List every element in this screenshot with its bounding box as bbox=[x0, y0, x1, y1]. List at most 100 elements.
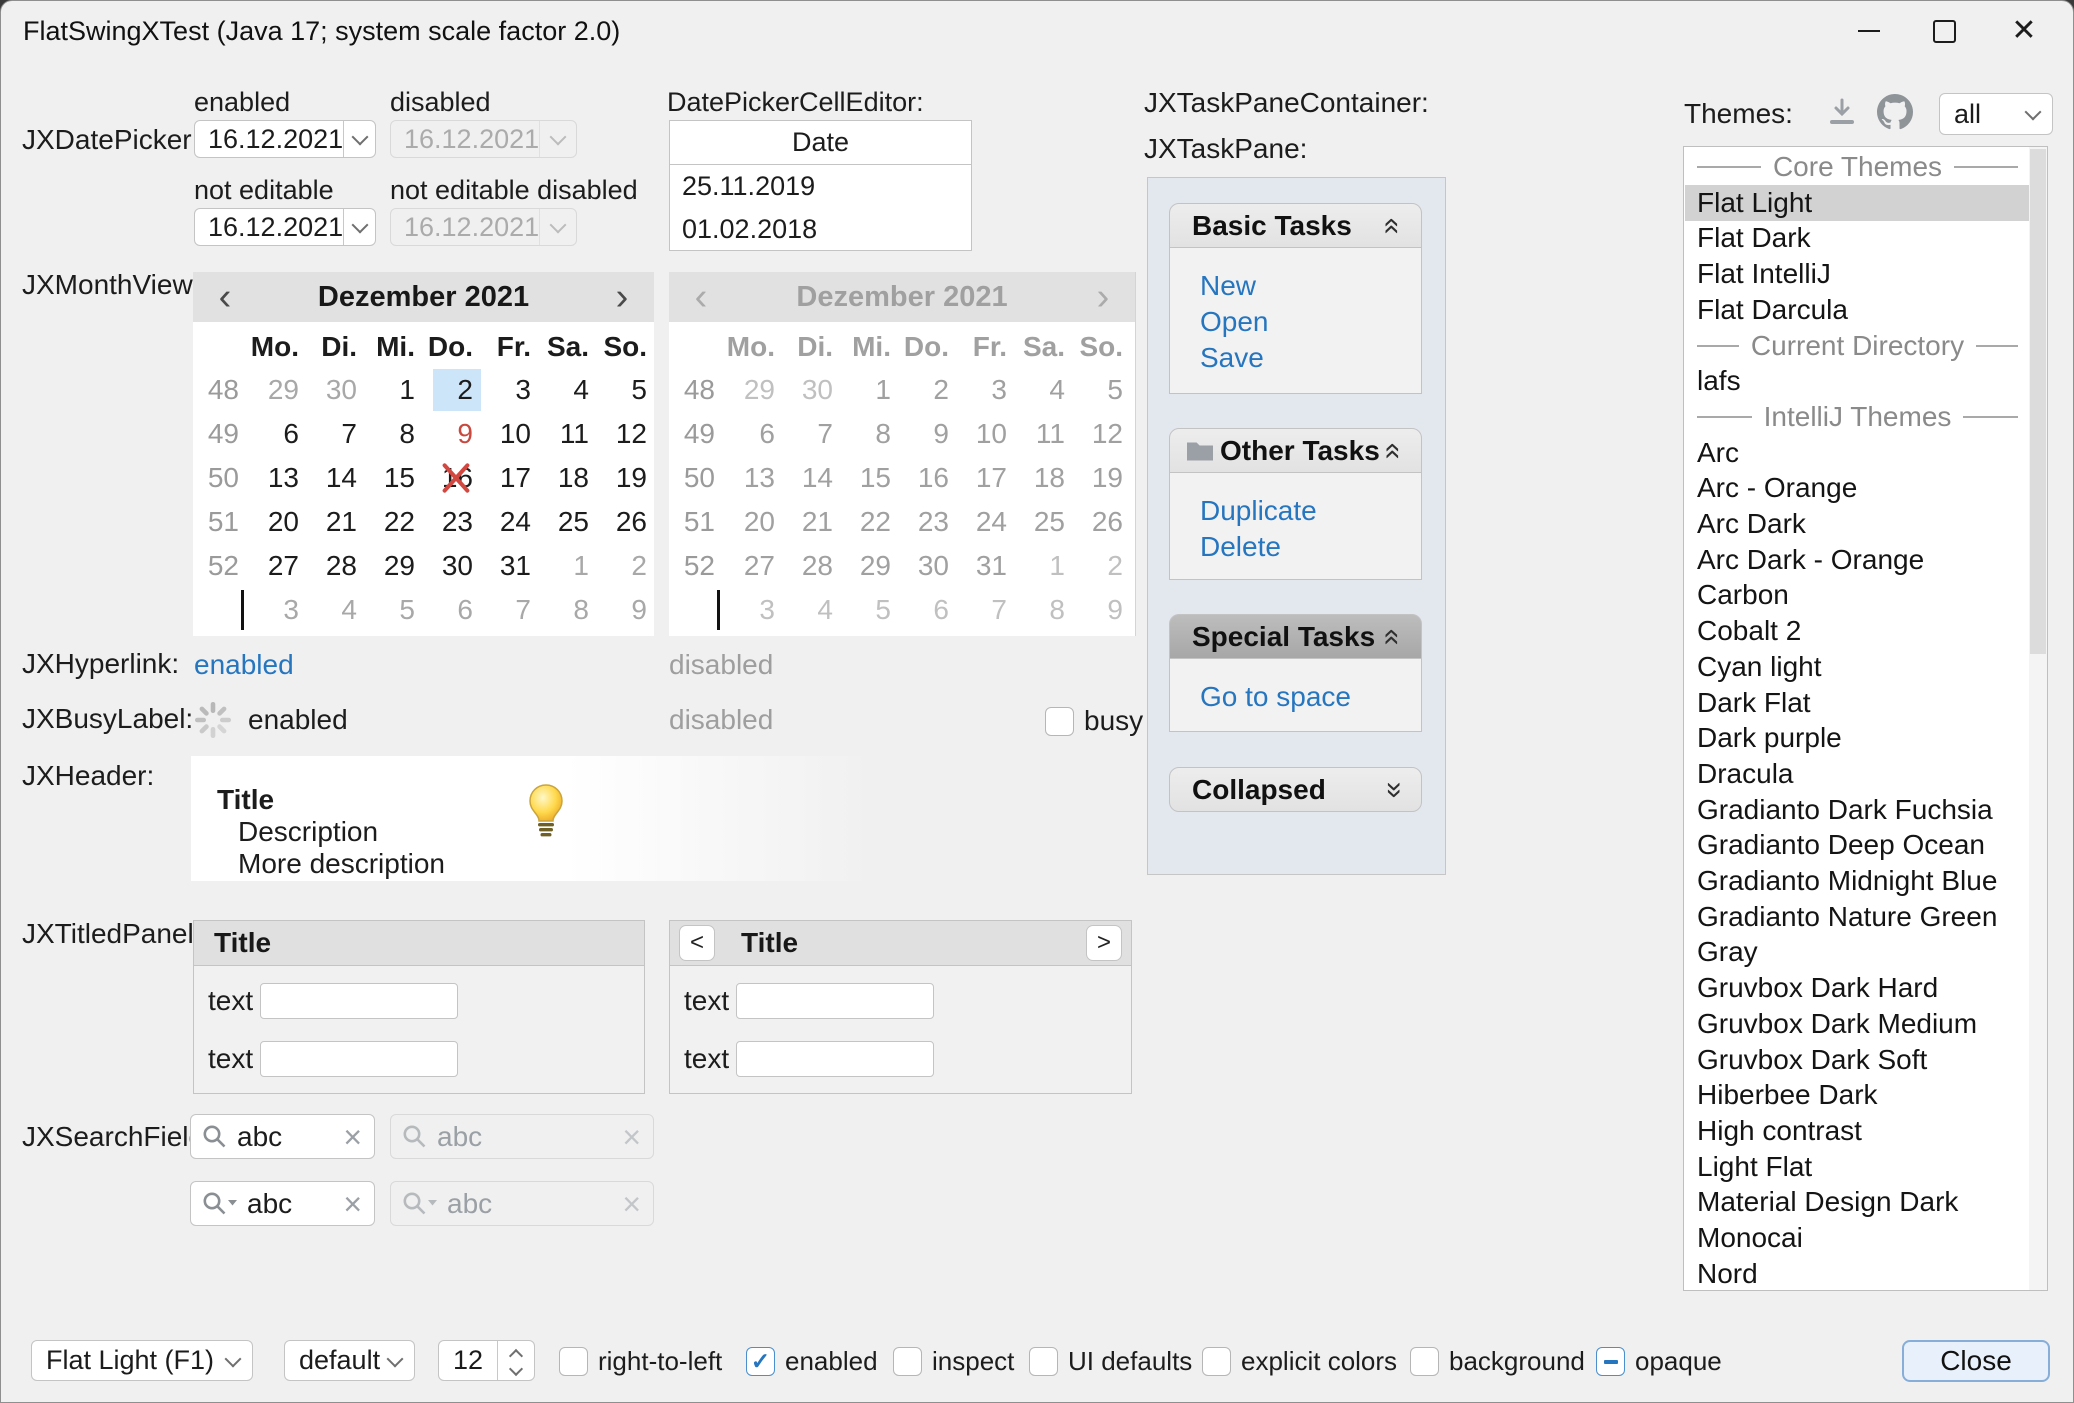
text-field[interactable] bbox=[736, 1041, 934, 1077]
day-cell[interactable]: 8 bbox=[375, 413, 423, 455]
day-cell[interactable]: 15 bbox=[375, 457, 423, 499]
theme-item[interactable]: Gruvbox Dark Hard bbox=[1685, 970, 2030, 1006]
day-cell[interactable]: 5 bbox=[607, 369, 655, 411]
checkbox-background[interactable]: background bbox=[1410, 1346, 1585, 1377]
collapse-chevron-icon[interactable]: « bbox=[1380, 434, 1407, 468]
day-cell[interactable]: 1 bbox=[375, 369, 423, 411]
checkbox-box[interactable] bbox=[746, 1347, 775, 1376]
combo-value[interactable]: default bbox=[285, 1345, 389, 1376]
day-cell[interactable]: 29 bbox=[259, 369, 307, 411]
day-cell[interactable]: 25 bbox=[549, 501, 597, 543]
checkbox-opaque[interactable]: opaque bbox=[1596, 1346, 1722, 1377]
search-value[interactable]: abc bbox=[247, 1188, 343, 1220]
day-cell[interactable]: 21 bbox=[317, 501, 365, 543]
day-cell[interactable]: 2 bbox=[607, 545, 655, 587]
checkbox-label[interactable]: inspect bbox=[932, 1346, 1014, 1377]
taskpane-header[interactable]: Other Tasks« bbox=[1169, 428, 1422, 473]
checkbox-label[interactable]: background bbox=[1449, 1346, 1585, 1377]
day-cell[interactable]: 29 bbox=[375, 545, 423, 587]
datepicker-cell-editor-table[interactable]: Date 25.11.201901.02.2018 bbox=[669, 120, 972, 251]
minimize-button[interactable] bbox=[1839, 1, 1899, 61]
monthview-enabled[interactable]: ‹Dezember 2021›Mo.Di.Mi.Do.Fr.Sa.So.4829… bbox=[193, 272, 654, 636]
day-cell[interactable]: 26 bbox=[607, 501, 655, 543]
checkbox-enabled[interactable]: enabled bbox=[746, 1346, 878, 1377]
day-cell[interactable]: 17 bbox=[491, 457, 539, 499]
next-month-button[interactable]: › bbox=[590, 273, 654, 321]
day-cell[interactable]: 7 bbox=[491, 589, 539, 631]
task-link[interactable]: Go to space bbox=[1170, 679, 1421, 715]
day-cell[interactable]: 11 bbox=[549, 413, 597, 455]
checkbox-box[interactable] bbox=[1202, 1347, 1231, 1376]
maximize-button[interactable] bbox=[1914, 1, 1974, 61]
datepicker-enabled[interactable]: 16.12.2021 bbox=[194, 120, 376, 158]
checkbox-label[interactable]: explicit colors bbox=[1241, 1346, 1397, 1377]
font-size-spinner[interactable]: 12 bbox=[438, 1340, 535, 1381]
clear-icon[interactable]: × bbox=[343, 1188, 374, 1220]
day-cell[interactable]: 30 bbox=[433, 545, 481, 587]
day-cell[interactable]: 24 bbox=[491, 501, 539, 543]
checkbox-box[interactable] bbox=[1045, 707, 1074, 736]
theme-item[interactable]: Gray bbox=[1685, 934, 2030, 970]
day-cell[interactable]: 9 bbox=[433, 413, 481, 455]
theme-item[interactable]: Hiberbee Dark bbox=[1685, 1077, 2030, 1113]
theme-item[interactable]: Flat IntelliJ bbox=[1685, 256, 2030, 292]
theme-item[interactable]: Dark purple bbox=[1685, 720, 2030, 756]
day-cell[interactable]: 1 bbox=[549, 545, 597, 587]
checkbox-right-to-left[interactable]: right-to-left bbox=[559, 1346, 722, 1377]
day-cell[interactable]: 22 bbox=[375, 501, 423, 543]
table-row[interactable]: 01.02.2018 bbox=[670, 208, 971, 251]
theme-item[interactable]: High contrast bbox=[1685, 1113, 2030, 1149]
datepicker-not-editable[interactable]: 16.12.2021 bbox=[194, 208, 376, 246]
theme-item[interactable]: Flat Dark bbox=[1685, 220, 2030, 256]
spinner-buttons[interactable] bbox=[497, 1341, 534, 1380]
close-button[interactable]: Close bbox=[1902, 1340, 2050, 1382]
checkbox-label[interactable]: UI defaults bbox=[1068, 1346, 1192, 1377]
theme-item[interactable]: Material Design Dark bbox=[1685, 1184, 2030, 1220]
theme-item[interactable]: Dark Flat bbox=[1685, 685, 2030, 721]
theme-item[interactable]: Light Flat bbox=[1685, 1149, 2030, 1185]
theme-item[interactable]: Gradianto Nature Green bbox=[1685, 899, 2030, 935]
taskpane-header[interactable]: Special Tasks« bbox=[1169, 614, 1422, 659]
day-cell[interactable]: 16 bbox=[433, 457, 481, 499]
checkbox-box[interactable] bbox=[1410, 1347, 1439, 1376]
theme-item[interactable]: Gradianto Deep Ocean bbox=[1685, 827, 2030, 863]
panel-next-button[interactable]: > bbox=[1086, 925, 1122, 961]
title-bar[interactable]: FlatSwingXTest (Java 17; system scale fa… bbox=[1, 1, 2073, 61]
day-cell[interactable]: 31 bbox=[491, 545, 539, 587]
spinner-value[interactable]: 12 bbox=[439, 1341, 497, 1380]
day-cell[interactable]: 4 bbox=[549, 369, 597, 411]
theme-item[interactable]: Cobalt 2 bbox=[1685, 613, 2030, 649]
theme-item[interactable]: Arc Dark bbox=[1685, 506, 2030, 542]
checkbox-label[interactable]: opaque bbox=[1635, 1346, 1722, 1377]
clear-icon[interactable]: × bbox=[343, 1121, 374, 1153]
task-link[interactable]: Delete bbox=[1170, 529, 1421, 565]
day-cell[interactable]: 7 bbox=[317, 413, 365, 455]
close-window-button[interactable]: ✕ bbox=[1994, 1, 2054, 61]
theme-item[interactable]: Nord bbox=[1685, 1256, 2030, 1291]
laf-combo[interactable]: Flat Light (F1) bbox=[31, 1340, 253, 1381]
day-cell[interactable]: 18 bbox=[549, 457, 597, 499]
busy-checkbox[interactable]: busy bbox=[1045, 705, 1143, 737]
theme-item[interactable]: Flat Darcula bbox=[1685, 292, 2030, 328]
checkbox-box[interactable] bbox=[1029, 1347, 1058, 1376]
date-value[interactable]: 16.12.2021 bbox=[195, 212, 343, 243]
search-field[interactable]: abc× bbox=[190, 1181, 375, 1226]
prev-month-button[interactable]: ‹ bbox=[193, 273, 257, 321]
theme-item[interactable]: Gradianto Dark Fuchsia bbox=[1685, 792, 2030, 828]
task-link[interactable]: Save bbox=[1170, 340, 1421, 376]
day-cell[interactable]: 19 bbox=[607, 457, 655, 499]
task-link[interactable]: Duplicate bbox=[1170, 493, 1421, 529]
checkbox-box[interactable] bbox=[893, 1347, 922, 1376]
themes-filter-combo[interactable]: all bbox=[1939, 93, 2053, 135]
theme-item[interactable]: Arc bbox=[1685, 435, 2030, 471]
datepicker-dropdown-button[interactable] bbox=[343, 209, 375, 245]
day-cell[interactable]: 9 bbox=[607, 589, 655, 631]
theme-item[interactable]: Arc Dark - Orange bbox=[1685, 542, 2030, 578]
checkbox-box[interactable] bbox=[1596, 1347, 1625, 1376]
day-cell[interactable]: 5 bbox=[375, 589, 423, 631]
search-value[interactable]: abc bbox=[237, 1121, 343, 1153]
checkbox-inspect[interactable]: inspect bbox=[893, 1346, 1014, 1377]
collapse-chevron-icon[interactable]: « bbox=[1377, 773, 1407, 807]
theme-item[interactable]: Dracula bbox=[1685, 756, 2030, 792]
day-cell[interactable]: 10 bbox=[491, 413, 539, 455]
